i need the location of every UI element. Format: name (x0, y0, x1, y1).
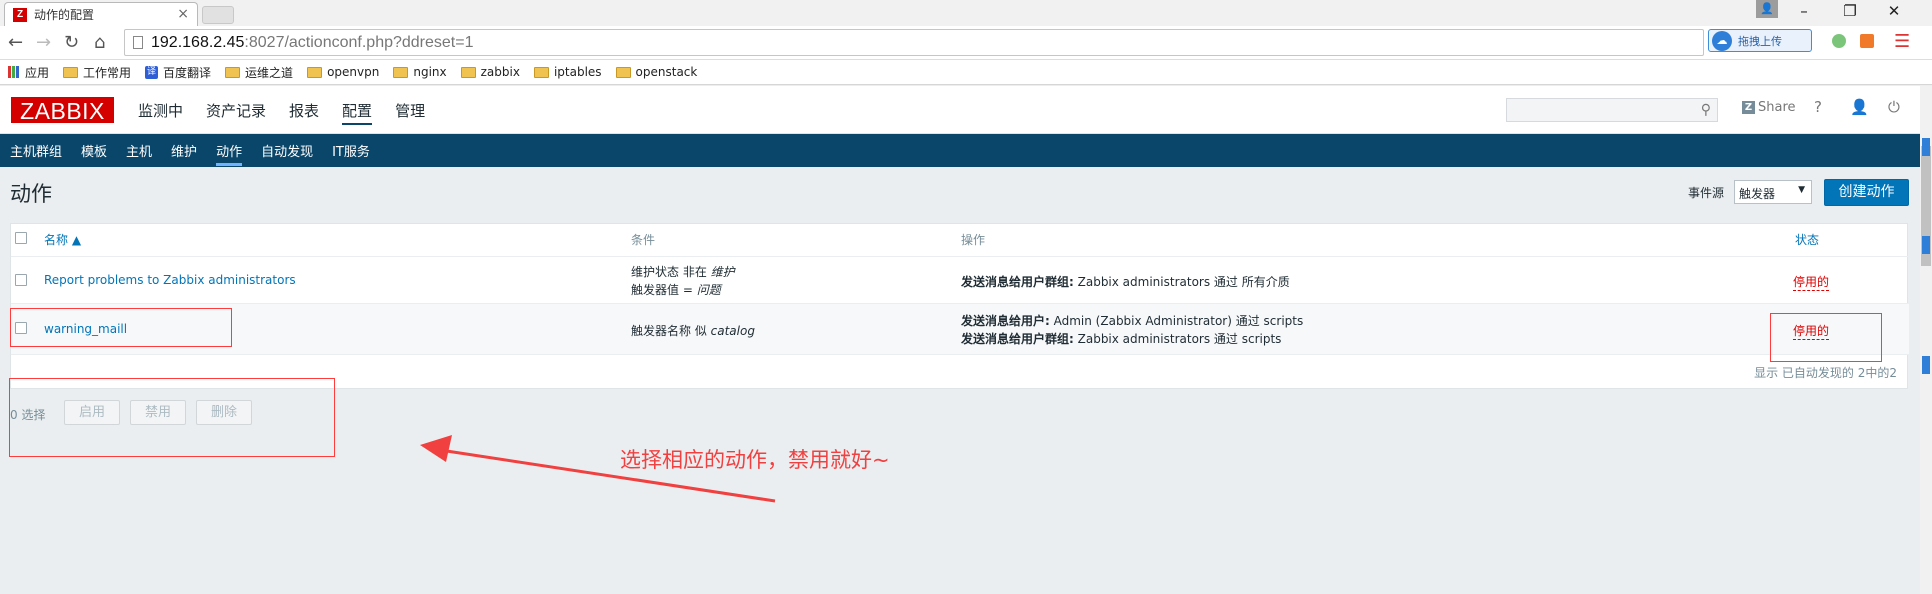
annotation-arrow (420, 435, 776, 503)
annotation-text: 选择相应的动作，禁用就好~ (620, 448, 890, 472)
